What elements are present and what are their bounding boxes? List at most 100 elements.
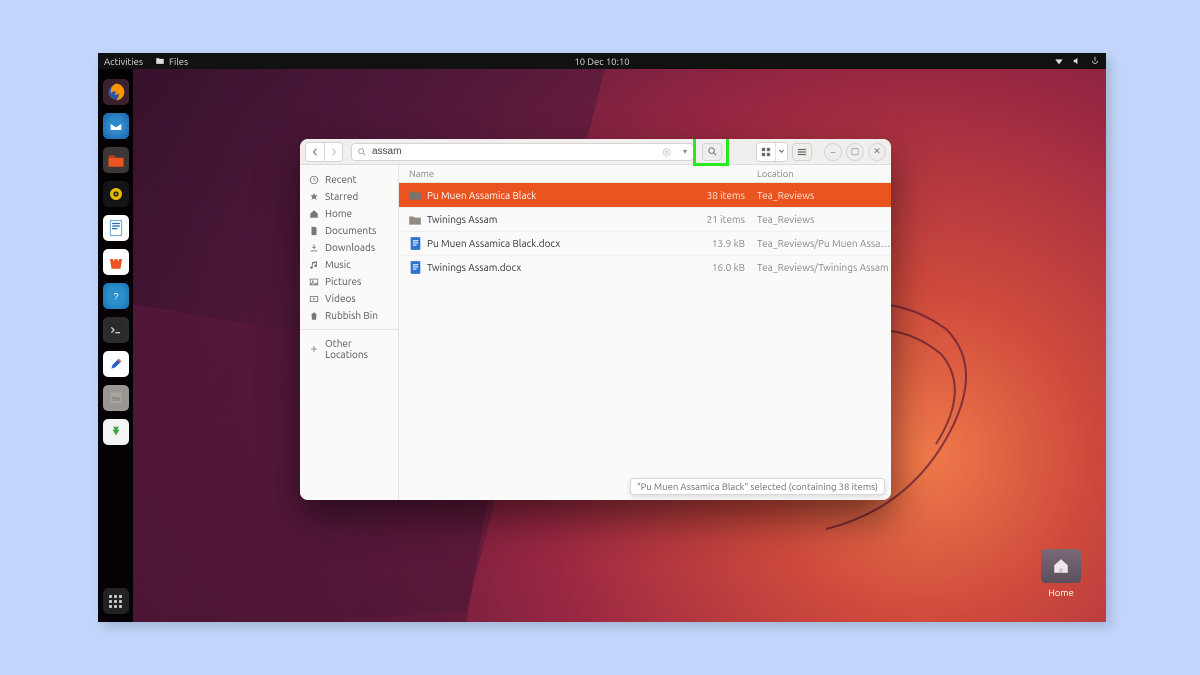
sidebar-item-label: Rubbish Bin	[325, 310, 378, 321]
dock-thunderbird[interactable]	[103, 113, 129, 139]
dock-terminal[interactable]	[103, 317, 129, 343]
nav-forward-button[interactable]	[324, 143, 342, 161]
sidebar-item-home[interactable]: Home	[300, 205, 398, 222]
view-options-dropdown[interactable]	[775, 143, 787, 161]
files-content-pane: Name Location Pu Muen Assamica Black38 i…	[399, 165, 891, 500]
power-icon	[1090, 56, 1100, 66]
maximize-icon: ▢	[851, 146, 860, 157]
trash-icon	[309, 311, 319, 321]
row-name: Pu Muen Assamica Black	[427, 190, 691, 201]
show-applications-button[interactable]	[103, 588, 129, 614]
table-row[interactable]: Twinings Assam.docx16.0 kBTea_Reviews/Tw…	[399, 255, 891, 279]
dock-files[interactable]	[103, 147, 129, 173]
sidebar-item-label: Recent	[325, 174, 357, 185]
terminal-icon	[108, 323, 124, 337]
folder-icon	[155, 56, 165, 66]
table-row[interactable]: Pu Muen Assamica Black38 itemsTea_Review…	[399, 183, 891, 207]
sidebar-item-recent[interactable]: Recent	[300, 171, 398, 188]
column-size-header[interactable]	[691, 168, 753, 179]
search-icon	[357, 147, 367, 157]
column-location-header[interactable]: Location	[753, 168, 891, 179]
files-headerbar: ◎ ▾ – ▢	[300, 139, 891, 165]
star-icon	[309, 192, 319, 202]
column-name-header[interactable]: Name	[399, 168, 691, 179]
topbar-status-area[interactable]	[1054, 56, 1100, 66]
sidebar-item-label: Home	[325, 208, 352, 219]
folder-icon	[408, 213, 422, 227]
icon-view-button[interactable]	[757, 143, 775, 161]
close-icon: ✕	[873, 146, 881, 157]
row-name: Twinings Assam.docx	[427, 262, 691, 273]
thunderbird-icon	[108, 118, 124, 134]
sidebar-item-starred[interactable]: Starred	[300, 188, 398, 205]
sidebar-item-music[interactable]: Music	[300, 256, 398, 273]
sidebar-item-label: Music	[325, 259, 351, 270]
files-window: ◎ ▾ – ▢	[300, 139, 891, 500]
dock-firefox[interactable]	[103, 79, 129, 105]
row-name: Twinings Assam	[427, 214, 691, 225]
hamburger-menu-button[interactable]	[792, 143, 812, 161]
videos-icon	[309, 294, 319, 304]
topbar-datetime[interactable]: 10 Dec 10:10	[574, 56, 629, 67]
dock-rhythmbox[interactable]	[103, 181, 129, 207]
activities-button[interactable]: Activities	[104, 56, 143, 67]
gnome-topbar: Activities Files 10 Dec 10:10	[98, 53, 1106, 69]
table-row[interactable]: Twinings Assam21 itemsTea_Reviews	[399, 207, 891, 231]
dock-text-editor[interactable]	[103, 351, 129, 377]
speaker-icon	[108, 186, 124, 202]
window-minimize-button[interactable]: –	[824, 143, 842, 161]
dock-software[interactable]	[103, 249, 129, 275]
nav-back-button[interactable]	[306, 143, 324, 161]
sidebar-item-label: Downloads	[325, 242, 375, 253]
row-location: Tea_Reviews/Twinings Assam	[753, 262, 891, 273]
row-size: 21 items	[691, 214, 753, 225]
sidebar-item-other-locations[interactable]: Other Locations	[300, 335, 398, 363]
nav-history-buttons	[305, 142, 343, 162]
desktop-screenshot: Activities Files 10 Dec 10:10 Home	[98, 53, 1106, 622]
music-icon	[309, 260, 319, 270]
desktop-home-label: Home	[1038, 587, 1084, 598]
sidebar-item-pictures[interactable]: Pictures	[300, 273, 398, 290]
home-folder-icon	[1041, 549, 1081, 583]
window-maximize-button[interactable]: ▢	[846, 143, 864, 161]
sidebar-item-label: Documents	[325, 225, 376, 236]
window-close-button[interactable]: ✕	[868, 143, 886, 161]
document-icon	[108, 219, 124, 237]
firefox-icon	[106, 82, 126, 102]
network-icon	[1054, 56, 1064, 66]
dock-disks[interactable]: SSD	[103, 385, 129, 411]
search-input[interactable]	[372, 146, 688, 157]
hamburger-icon	[797, 147, 807, 157]
dock-recycle[interactable]	[103, 419, 129, 445]
column-headers: Name Location	[399, 165, 891, 183]
pencil-icon	[108, 356, 124, 372]
reveal-icon[interactable]: ◎	[662, 146, 671, 158]
chevron-left-icon	[311, 148, 319, 156]
dock: ? SSD	[98, 69, 133, 622]
status-bar: "Pu Muen Assamica Black" selected (conta…	[630, 478, 885, 495]
sidebar-separator	[300, 329, 398, 330]
dock-writer[interactable]	[103, 215, 129, 241]
chevron-down-icon	[778, 148, 785, 155]
magnifier-icon	[707, 146, 718, 157]
row-location: Tea_Reviews	[753, 214, 891, 225]
results-list: Pu Muen Assamica Black38 itemsTea_Review…	[399, 183, 891, 279]
path-search-box[interactable]: ◎ ▾	[351, 143, 694, 161]
topbar-app-indicator[interactable]: Files	[155, 56, 188, 67]
sidebar-item-downloads[interactable]: Downloads	[300, 239, 398, 256]
desktop-home-folder[interactable]: Home	[1038, 549, 1084, 598]
sidebar-item-label: Pictures	[325, 276, 361, 287]
table-row[interactable]: Pu Muen Assamica Black.docx13.9 kBTea_Re…	[399, 231, 891, 255]
sidebar-item-trash[interactable]: Rubbish Bin	[300, 307, 398, 324]
files-sidebar: Recent Starred Home Documents Downloads	[300, 165, 399, 500]
home-icon	[309, 209, 319, 219]
search-button[interactable]	[702, 143, 722, 161]
dock-help[interactable]: ?	[103, 283, 129, 309]
sidebar-item-documents[interactable]: Documents	[300, 222, 398, 239]
sidebar-item-label: Starred	[325, 191, 358, 202]
files-icon	[107, 152, 125, 168]
sidebar-item-videos[interactable]: Videos	[300, 290, 398, 307]
search-dropdown-icon[interactable]: ▾	[683, 147, 687, 156]
downloads-icon	[309, 243, 319, 253]
clock-icon	[309, 175, 319, 185]
